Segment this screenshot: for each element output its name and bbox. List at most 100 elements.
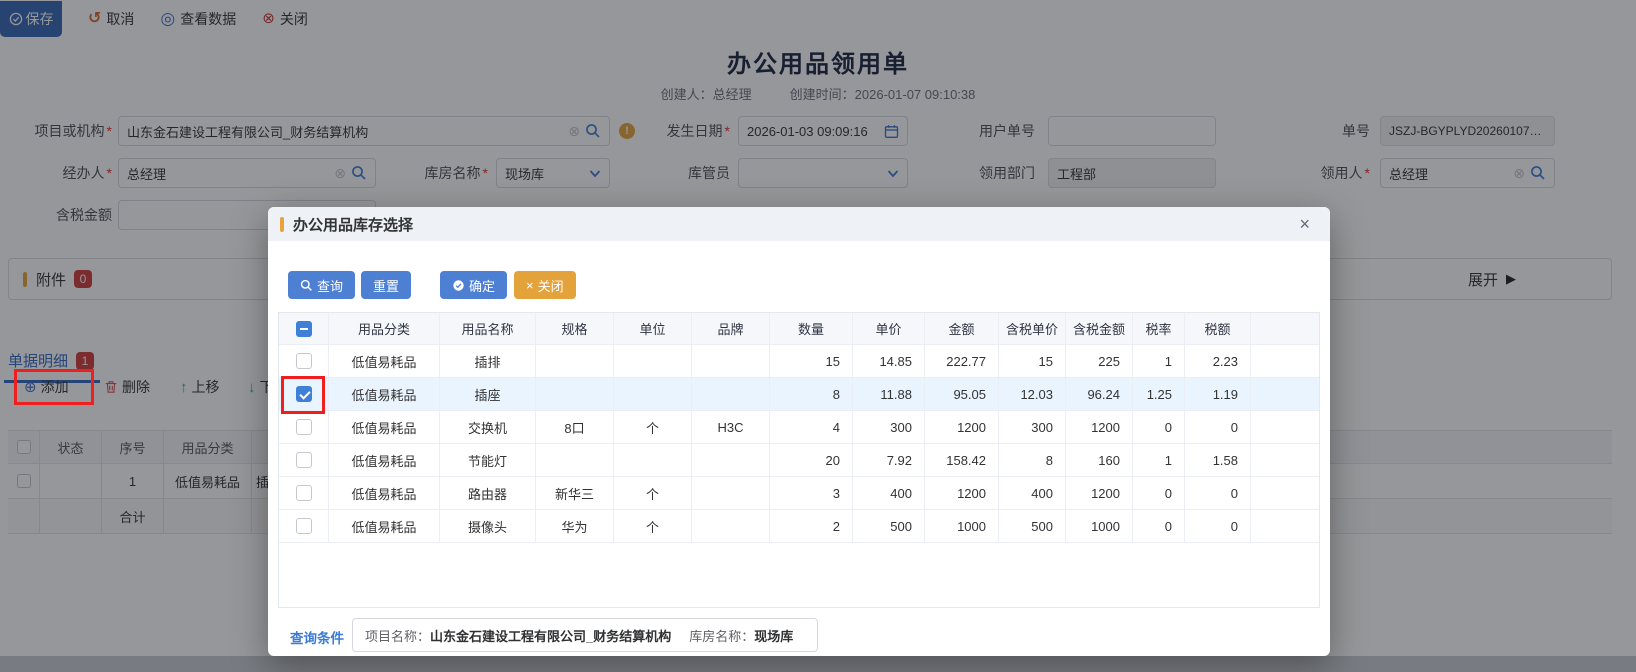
inventory-select-modal: 办公用品库存选择 × 查询 重置 确定 × 关闭 用品分类用品名称规格单位品 (268, 207, 1330, 656)
reset-button[interactable]: 重置 (361, 271, 411, 299)
header-checkbox-cell (279, 313, 329, 344)
cell (692, 378, 770, 410)
cell: 400 (999, 477, 1066, 509)
cell: 15 (770, 345, 853, 377)
cell: 低值易耗品 (329, 510, 440, 542)
cell: 交换机 (440, 411, 536, 443)
cell: 摄像头 (440, 510, 536, 542)
inventory-table: 用品分类用品名称规格单位品牌数量单价金额含税单价含税金额税率税额 低值易耗品插排… (278, 312, 1320, 608)
modal-close-button[interactable]: × 关闭 (514, 271, 576, 299)
annotation-box-add-button (14, 369, 94, 405)
column-header: 品牌 (692, 313, 770, 344)
cell: 96.24 (1066, 378, 1133, 410)
cell: 1200 (925, 477, 999, 509)
row-checkbox[interactable] (296, 518, 312, 534)
check-circle-icon (452, 279, 465, 292)
column-header: 税额 (1185, 313, 1251, 344)
cell: 95.05 (925, 378, 999, 410)
inventory-row[interactable]: 低值易耗品摄像头华为个25001000500100000 (279, 510, 1319, 543)
column-header: 用品名称 (440, 313, 536, 344)
modal-title: 办公用品库存选择 (293, 214, 413, 235)
cell: 2 (770, 510, 853, 542)
row-checkbox-cell (279, 510, 329, 542)
modal-close-label: 关闭 (538, 276, 564, 295)
cell: 225 (1066, 345, 1133, 377)
select-all-checkbox[interactable] (296, 321, 312, 337)
cell: 个 (614, 510, 692, 542)
column-header: 单位 (614, 313, 692, 344)
query-conditions-label: 查询条件 (290, 622, 344, 656)
modal-close-icon[interactable]: × (1299, 213, 1310, 235)
row-checkbox[interactable] (296, 452, 312, 468)
query-conditions-box: 项目名称：山东金石建设工程有限公司_财务结算机构 库房名称：现场库 (352, 618, 818, 652)
row-checkbox-cell (279, 411, 329, 443)
qc-project-value: 山东金石建设工程有限公司_财务结算机构 (430, 626, 671, 645)
cell: 160 (1066, 444, 1133, 476)
qc-project-label: 项目名称： (365, 626, 430, 645)
cell: 4 (770, 411, 853, 443)
cell (692, 510, 770, 542)
qc-warehouse-value: 现场库 (754, 626, 793, 645)
cell: 0 (1185, 510, 1251, 542)
cell (536, 444, 614, 476)
inventory-row[interactable]: 低值易耗品插座811.8895.0512.0396.241.251.19 (279, 378, 1319, 411)
cell: 低值易耗品 (329, 378, 440, 410)
cell (692, 444, 770, 476)
cell: 222.77 (925, 345, 999, 377)
cell: 1200 (1066, 411, 1133, 443)
cell (692, 345, 770, 377)
cell: 14.85 (853, 345, 925, 377)
cell: 8 (770, 378, 853, 410)
column-header: 规格 (536, 313, 614, 344)
modal-accent-bar (280, 217, 284, 232)
cell: 个 (614, 411, 692, 443)
cell: 0 (1185, 477, 1251, 509)
page: 保存 ↺ 取消 ◎ 查看数据 ⊗ 关闭 办公用品领用单 创建人：总经理 创建时间… (0, 0, 1636, 672)
cell: 500 (853, 510, 925, 542)
cell: 1.58 (1185, 444, 1251, 476)
inventory-row[interactable]: 低值易耗品交换机8口个H3C43001200300120000 (279, 411, 1319, 444)
modal-table-body: 低值易耗品插排1514.85222.771522512.23低值易耗品插座811… (279, 345, 1319, 543)
cell: 300 (853, 411, 925, 443)
inventory-row[interactable]: 低值易耗品节能灯207.92158.42816011.58 (279, 444, 1319, 477)
row-checkbox-cell (279, 444, 329, 476)
cell: 3 (770, 477, 853, 509)
cell: 0 (1133, 510, 1185, 542)
modal-header: 办公用品库存选择 (268, 207, 1330, 241)
cell: 节能灯 (440, 444, 536, 476)
inventory-row[interactable]: 低值易耗品插排1514.85222.771522512.23 (279, 345, 1319, 378)
annotation-box-checked-row (281, 376, 325, 414)
query-button[interactable]: 查询 (288, 271, 355, 299)
cell: 低值易耗品 (329, 444, 440, 476)
qc-warehouse-label: 库房名称： (689, 626, 754, 645)
cell: 1.25 (1133, 378, 1185, 410)
cell: 300 (999, 411, 1066, 443)
cell (692, 477, 770, 509)
confirm-button[interactable]: 确定 (440, 271, 507, 299)
cell: 0 (1185, 411, 1251, 443)
cell: 11.88 (853, 378, 925, 410)
row-checkbox[interactable] (296, 485, 312, 501)
row-checkbox-cell (279, 477, 329, 509)
row-checkbox[interactable] (296, 419, 312, 435)
cell: 8口 (536, 411, 614, 443)
column-header: 含税金额 (1066, 313, 1133, 344)
cell: 7.92 (853, 444, 925, 476)
cell: 1 (1133, 345, 1185, 377)
cell: 低值易耗品 (329, 477, 440, 509)
cell: 插座 (440, 378, 536, 410)
cell: 0 (1133, 411, 1185, 443)
cell: 个 (614, 477, 692, 509)
cell: 低值易耗品 (329, 411, 440, 443)
cell: 12.03 (999, 378, 1066, 410)
cell: H3C (692, 411, 770, 443)
row-checkbox[interactable] (296, 353, 312, 369)
cell (614, 444, 692, 476)
column-header: 税率 (1133, 313, 1185, 344)
cell: 低值易耗品 (329, 345, 440, 377)
cell: 1000 (925, 510, 999, 542)
cell: 1 (1133, 444, 1185, 476)
x-icon: × (526, 278, 534, 293)
inventory-table-header: 用品分类用品名称规格单位品牌数量单价金额含税单价含税金额税率税额 (279, 313, 1319, 345)
inventory-row[interactable]: 低值易耗品路由器新华三个34001200400120000 (279, 477, 1319, 510)
